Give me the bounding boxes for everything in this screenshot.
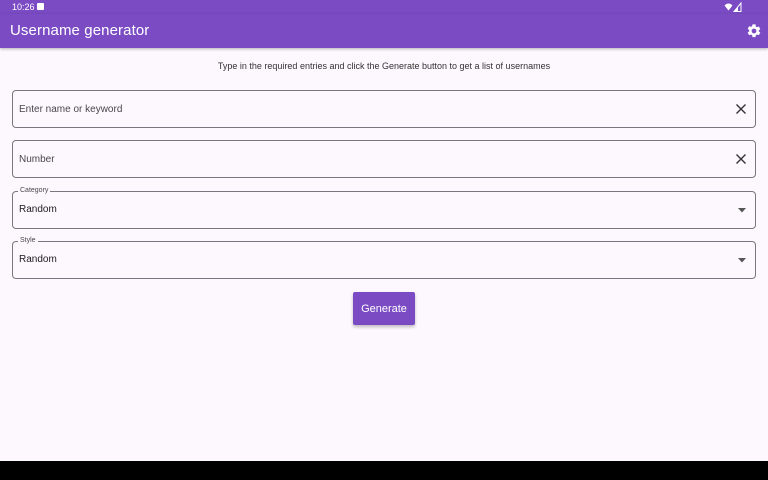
wifi-signal-icon xyxy=(724,2,742,12)
wifi-icon xyxy=(724,3,733,11)
style-label: Style xyxy=(18,237,38,244)
caret-down-icon xyxy=(738,258,746,263)
notification-icon xyxy=(37,3,44,10)
category-label: Category xyxy=(18,187,51,194)
status-bar: 10:26 xyxy=(0,0,768,14)
gear-icon[interactable] xyxy=(746,23,762,39)
instructions-text: Type in the required entries and click t… xyxy=(217,61,551,71)
name-field[interactable] xyxy=(12,90,756,128)
close-icon[interactable] xyxy=(735,153,747,165)
navigation-bar xyxy=(0,461,768,480)
app-screen: 10:26 Username generator Type in the req… xyxy=(0,0,768,461)
status-time: 10:26 xyxy=(12,2,35,12)
app-title: Username generator xyxy=(10,22,150,39)
style-value: Random xyxy=(19,254,57,265)
category-value: Random xyxy=(19,204,57,215)
name-input[interactable] xyxy=(19,91,719,127)
generate-button[interactable]: Generate xyxy=(353,292,415,325)
caret-down-icon xyxy=(738,208,746,213)
number-input[interactable] xyxy=(19,141,719,177)
number-field[interactable] xyxy=(12,140,756,178)
category-select[interactable]: Category Random xyxy=(12,187,756,229)
style-select[interactable]: Style Random xyxy=(12,237,756,279)
close-icon[interactable] xyxy=(735,103,747,115)
app-bar: Username generator xyxy=(0,14,768,48)
